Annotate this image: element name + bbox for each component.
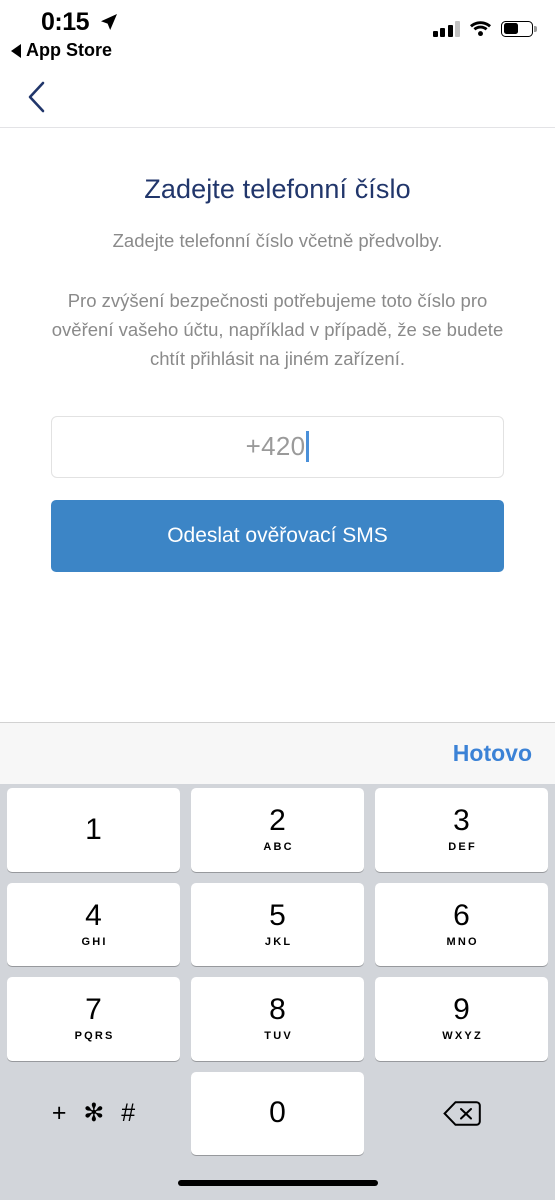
home-indicator-bar[interactable] [177, 1180, 378, 1186]
navigation-bar [0, 68, 555, 128]
battery-icon [501, 20, 537, 37]
page-description: Pro zvýšení bezpečnosti potřebujeme toto… [51, 289, 504, 370]
keyboard-done-button[interactable]: Hotovo [453, 740, 532, 767]
key-digit: 1 [85, 812, 102, 846]
keyboard-row: 1 2 ABC 3 DEF [7, 788, 548, 883]
key-digit: 5 [269, 898, 286, 932]
keyboard-row: 7 PQRS 8 TUV 9 WXYZ [7, 977, 548, 1072]
key-6[interactable]: 6 MNO [375, 882, 548, 966]
key-digit: 9 [453, 993, 470, 1027]
page-title: Zadejte telefonní číslo [144, 174, 411, 204]
keyboard-keys: 1 2 ABC 3 DEF 4 GHI 5 JKL 6 MNO 7 PQRS 8… [0, 784, 555, 1166]
key-digit: 7 [85, 993, 102, 1027]
key-letters: TUV [264, 1030, 293, 1043]
key-letters: MNO [446, 935, 479, 948]
key-backspace[interactable] [375, 1072, 548, 1156]
key-4[interactable]: 4 GHI [7, 882, 180, 966]
key-3[interactable]: 3 DEF [375, 788, 548, 872]
key-7[interactable]: 7 PQRS [7, 977, 180, 1061]
return-to-app-button[interactable]: App Store [11, 40, 112, 61]
wifi-icon [470, 21, 491, 37]
send-verification-sms-button[interactable]: Odeslat ověřovací SMS [51, 499, 504, 572]
key-symbols-label: + ✻ # [51, 1098, 141, 1127]
return-app-label: App Store [26, 40, 113, 60]
main-content: Zadejte telefonní číslo Zadejte telefonn… [0, 128, 555, 722]
key-1[interactable]: 1 [7, 788, 180, 872]
status-icons [432, 20, 537, 37]
key-digit: 3 [453, 804, 470, 838]
chevron-left-icon [28, 81, 45, 113]
numeric-keyboard: Hotovo 1 2 ABC 3 DEF 4 GHI 5 JKL 6 MNO 7… [0, 722, 555, 1200]
key-letters: GHI [81, 935, 108, 948]
status-time: 0:15 [41, 8, 90, 36]
keyboard-row: 4 GHI 5 JKL 6 MNO [7, 882, 548, 978]
back-button[interactable] [14, 74, 60, 120]
home-indicator-area [0, 1166, 555, 1200]
key-symbols[interactable]: + ✻ # [7, 1072, 180, 1156]
text-caret [306, 431, 310, 463]
cellular-signal-icon [432, 20, 460, 37]
key-8[interactable]: 8 TUV [191, 977, 364, 1061]
key-digit: 8 [269, 993, 286, 1027]
key-digit: 0 [269, 1096, 286, 1130]
key-letters: DEF [448, 841, 477, 854]
key-digit: 6 [453, 898, 470, 932]
key-5[interactable]: 5 JKL [191, 882, 364, 966]
backspace-delete-icon [442, 1100, 481, 1126]
status-bar: 0:15 App Store [0, 0, 555, 68]
key-letters: WXYZ [442, 1030, 483, 1043]
page-subtitle: Zadejte telefonní číslo včetně předvolby… [112, 230, 443, 251]
key-2[interactable]: 2 ABC [191, 788, 364, 872]
location-arrow-icon [101, 14, 117, 30]
key-letters: PQRS [74, 1030, 115, 1043]
keyboard-accessory-bar: Hotovo [0, 722, 555, 784]
key-letters: JKL [264, 935, 293, 948]
key-digit: 2 [269, 804, 286, 838]
phone-screen: 0:15 App Store Zadejte telefonní číslo Z… [0, 0, 555, 1200]
triangle-left-icon [11, 43, 21, 58]
key-0[interactable]: 0 [191, 1071, 364, 1155]
key-digit: 4 [85, 898, 102, 932]
key-9[interactable]: 9 WXYZ [375, 977, 548, 1061]
key-letters: ABC [263, 841, 294, 854]
keyboard-row: + ✻ # 0 [7, 1071, 548, 1167]
phone-number-value: +420 [245, 431, 306, 462]
phone-number-input[interactable]: +420 [51, 415, 504, 478]
